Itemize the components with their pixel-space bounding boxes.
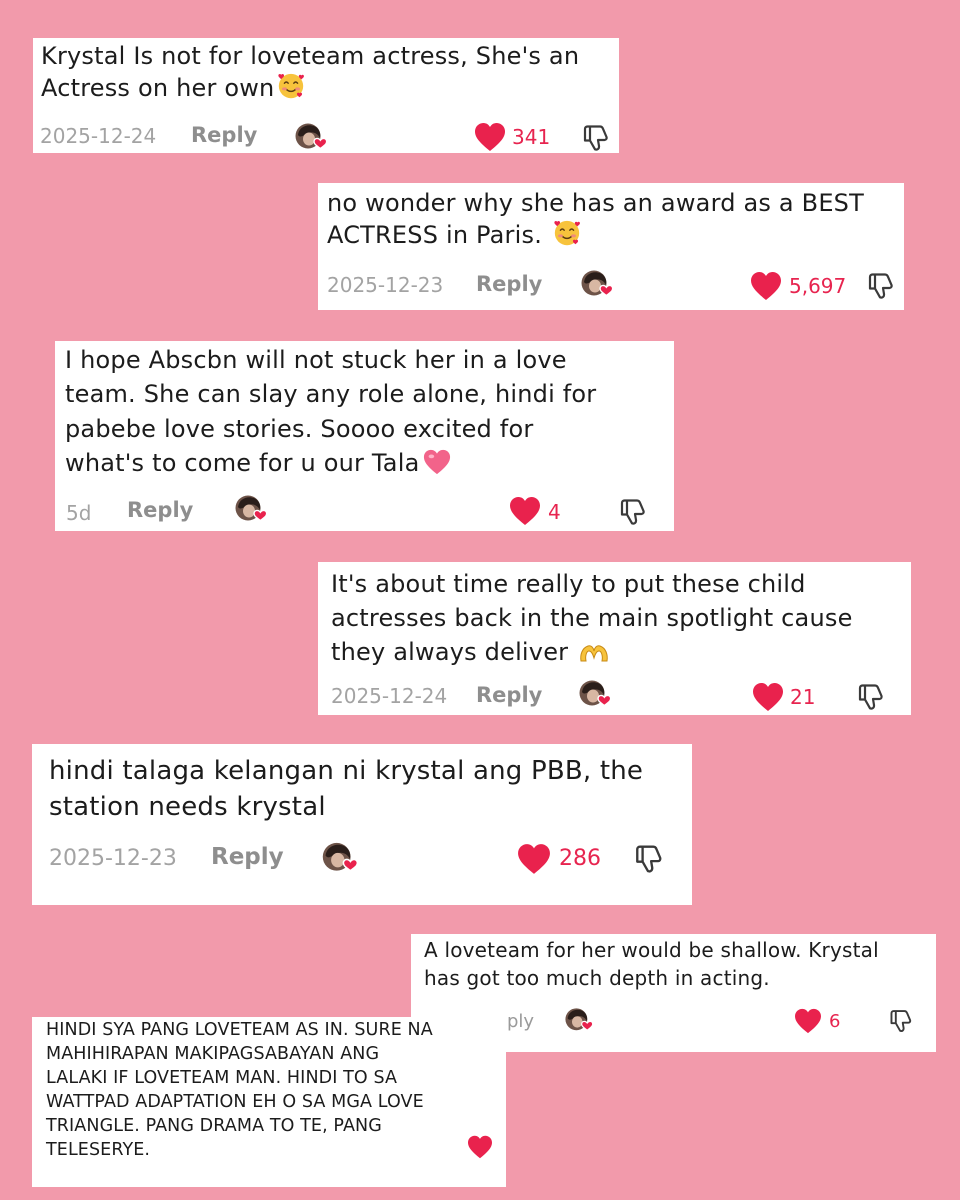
- like-count: 6: [829, 1011, 841, 1032]
- comment-line: I hope Abscbn will not stuck her in a lo…: [65, 346, 567, 374]
- comment-line: pabebe love stories. Soooo excited for: [65, 414, 534, 443]
- reply-button[interactable]: Reply: [476, 683, 542, 707]
- comment-line: WATTPAD ADAPTATION EH O SA MGA LOVE: [46, 1091, 424, 1112]
- comment-text: hindi talaga kelangan ni krystal ang PBB…: [49, 754, 643, 825]
- comment-line: has got too much depth in acting.: [424, 965, 770, 990]
- comment-line: MAHIHIRAPAN MAKIPAGSABAYAN ANG: [46, 1043, 380, 1064]
- thumbs-down-icon[interactable]: [633, 843, 665, 875]
- comment-line: Krystal Is not for loveteam actress, She…: [41, 42, 580, 70]
- comment-line: team. She can slay any role alone, hindi…: [65, 380, 597, 409]
- smiling-face-with-hearts-emoji: [276, 71, 306, 101]
- like-heart-icon[interactable]: [517, 843, 551, 875]
- like-heart-icon[interactable]: [509, 496, 541, 526]
- comment-text: A loveteam for her would be shallow. Kry…: [424, 937, 879, 992]
- comment-date: 5d: [66, 501, 92, 525]
- comment-line: station needs krystal: [49, 791, 326, 822]
- comment-line: Actress on her own: [41, 71, 579, 103]
- like-count: 5,697: [789, 274, 847, 298]
- thumbs-down-icon[interactable]: [866, 271, 896, 301]
- comment-date: 2025-12-24: [40, 124, 157, 148]
- comment-line: actresses back in the main spotlight cau…: [331, 604, 853, 633]
- comment-card: HINDI SYA PANG LOVETEAM AS IN. SURE NA M…: [32, 1017, 506, 1187]
- comment-text: no wonder why she has an award as a BEST…: [327, 188, 864, 250]
- comment-line: no wonder why she has an award as a BEST: [327, 189, 864, 217]
- comment-card: hindi talaga kelangan ni krystal ang PBB…: [32, 744, 692, 905]
- pink-heart-emoji: [422, 448, 452, 476]
- comment-text: I hope Abscbn will not stuck her in a lo…: [65, 343, 596, 480]
- comment-text: HINDI SYA PANG LOVETEAM AS IN. SURE NA M…: [46, 1019, 433, 1163]
- reply-button[interactable]: Reply: [476, 272, 542, 296]
- avatar-icon[interactable]: [577, 679, 613, 711]
- comment-card: no wonder why she has an award as a BEST…: [318, 183, 904, 310]
- avatar-icon[interactable]: [579, 269, 615, 301]
- like-heart-icon[interactable]: [752, 682, 784, 712]
- comment-line: A loveteam for her would be shallow. Kry…: [424, 938, 879, 962]
- comment-date: 2025-12-23: [327, 273, 444, 297]
- comment-line: what's to come for u our Tala: [65, 446, 596, 480]
- comment-date: 2025-12-23: [49, 846, 177, 871]
- comment-card: Krystal Is not for loveteam actress, She…: [33, 38, 619, 153]
- like-count: 4: [548, 500, 561, 524]
- reply-button[interactable]: Reply: [211, 844, 284, 870]
- like-count: 341: [512, 125, 551, 149]
- thumbs-down-icon[interactable]: [618, 497, 648, 527]
- comment-line: they always deliver: [331, 635, 853, 669]
- like-heart-icon[interactable]: [794, 1008, 822, 1034]
- comment-line: LALAKI IF LOVETEAM MAN. HINDI TO SA: [46, 1067, 398, 1088]
- like-heart-icon[interactable]: [467, 1135, 493, 1159]
- comment-text: It's about time really to put these chil…: [331, 567, 853, 669]
- comment-date: 2025-12-24: [331, 684, 448, 708]
- reply-button[interactable]: ply: [507, 1011, 534, 1032]
- avatar-icon[interactable]: [320, 841, 360, 877]
- like-count: 21: [790, 685, 816, 709]
- like-heart-icon[interactable]: [474, 122, 506, 152]
- comment-line: TELESERYE.: [46, 1139, 151, 1160]
- comment-text: Krystal Is not for loveteam actress, She…: [41, 41, 579, 103]
- reply-button[interactable]: Reply: [127, 498, 193, 522]
- comment-line: HINDI SYA PANG LOVETEAM AS IN. SURE NA: [46, 1020, 433, 1040]
- comment-line: It's about time really to put these chil…: [331, 570, 806, 598]
- avatar-icon[interactable]: [293, 122, 329, 154]
- reply-button[interactable]: Reply: [191, 123, 257, 147]
- smiling-face-with-hearts-emoji: [552, 218, 582, 248]
- comment-card: I hope Abscbn will not stuck her in a lo…: [55, 341, 674, 531]
- thumbs-down-icon[interactable]: [856, 682, 886, 712]
- like-heart-icon[interactable]: [750, 271, 782, 301]
- avatar-icon[interactable]: [233, 494, 269, 526]
- thumbs-down-icon[interactable]: [581, 123, 611, 153]
- like-count: 286: [559, 846, 601, 871]
- heart-hands-emoji: [578, 641, 610, 665]
- thumbs-down-icon[interactable]: [888, 1008, 914, 1034]
- comment-line: TRIANGLE. PANG DRAMA TO TE, PANG: [46, 1115, 382, 1136]
- comment-line: ACTRESS in Paris.: [327, 218, 864, 250]
- avatar-icon[interactable]: [563, 1007, 595, 1035]
- comment-card: It's about time really to put these chil…: [318, 562, 911, 715]
- comment-line: hindi talaga kelangan ni krystal ang PBB…: [49, 756, 644, 786]
